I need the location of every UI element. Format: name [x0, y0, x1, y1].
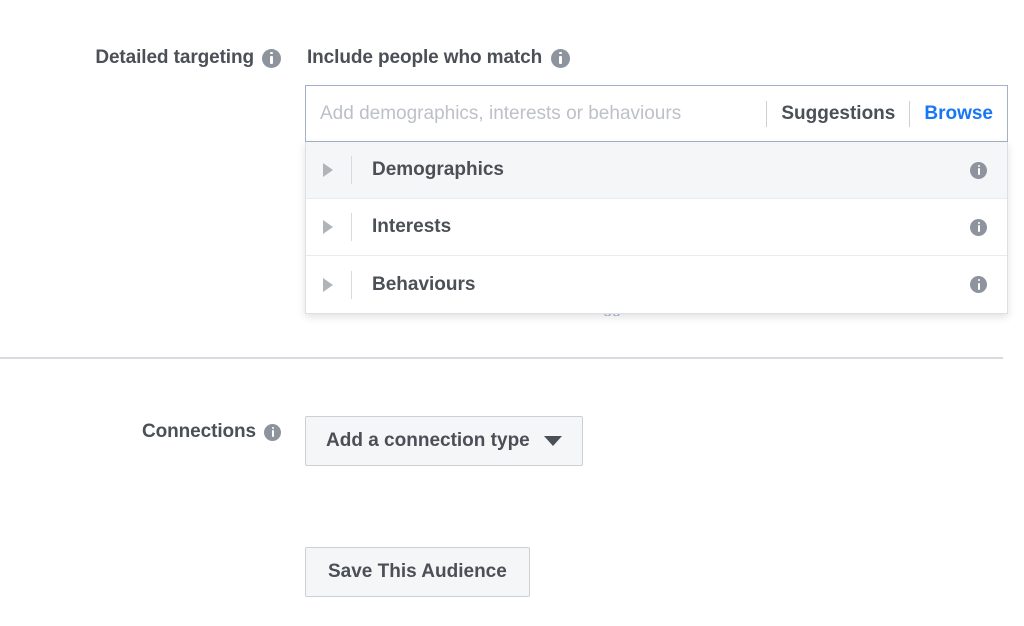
add-connection-type-button[interactable]: Add a connection type	[305, 416, 583, 466]
caret-down-icon	[543, 436, 562, 446]
save-this-audience-label: Save This Audience	[328, 561, 507, 582]
info-icon[interactable]	[262, 48, 281, 68]
dropdown-row-label: Interests	[372, 216, 452, 237]
field-divider	[766, 100, 768, 127]
suggestions-tab[interactable]: Suggestions	[781, 103, 895, 125]
connections-label-group: Connections	[0, 421, 281, 443]
field-divider	[909, 100, 911, 127]
info-icon[interactable]	[970, 218, 987, 236]
row-divider	[351, 270, 352, 299]
save-this-audience-button[interactable]: Save This Audience	[305, 547, 530, 597]
dropdown-row-behaviours[interactable]: Behaviours	[306, 256, 1007, 313]
detailed-targeting-label-group: Detailed targeting	[0, 47, 281, 69]
detailed-targeting-panel: Detailed targeting Include people who ma…	[0, 0, 1024, 626]
dropdown-row-label: Behaviours	[372, 273, 476, 295]
targeting-category-dropdown: Demographics Interests Behaviours	[305, 142, 1008, 314]
detailed-targeting-label: Detailed targeting	[95, 47, 254, 68]
search-input[interactable]	[320, 98, 753, 129]
dropdown-row-demographics[interactable]: Demographics	[306, 142, 1007, 199]
connections-label: Connections	[142, 421, 256, 442]
browse-tab[interactable]: Browse	[924, 103, 993, 125]
info-icon[interactable]	[264, 423, 281, 441]
info-icon[interactable]	[970, 161, 987, 179]
caret-right-icon[interactable]	[323, 220, 333, 234]
add-connection-type-label: Add a connection type	[326, 430, 530, 451]
row-divider	[351, 213, 352, 241]
include-people-heading-group: Include people who match	[307, 47, 571, 69]
section-divider	[0, 357, 1003, 359]
caret-right-icon[interactable]	[323, 277, 333, 292]
caret-right-icon[interactable]	[323, 163, 333, 177]
info-icon[interactable]	[551, 48, 571, 68]
include-people-heading: Include people who match	[307, 47, 543, 68]
info-icon[interactable]	[970, 276, 987, 293]
row-divider	[351, 156, 352, 184]
dropdown-row-label: Demographics	[372, 159, 504, 180]
dropdown-row-interests[interactable]: Interests	[306, 199, 1007, 256]
detailed-targeting-search-field[interactable]: Suggestions Browse	[305, 85, 1008, 142]
